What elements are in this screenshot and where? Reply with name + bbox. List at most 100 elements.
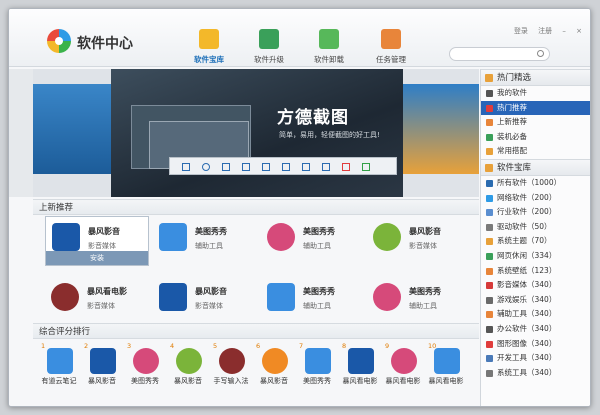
banner-prev-slide[interactable] bbox=[33, 84, 113, 174]
check-icon bbox=[362, 163, 370, 171]
minimize-button[interactable]: – bbox=[562, 27, 566, 35]
search-input[interactable] bbox=[449, 47, 550, 61]
sidebar-item-games[interactable]: 游戏娱乐（340） bbox=[481, 293, 590, 308]
close-button[interactable]: × bbox=[576, 27, 582, 35]
sidebar-item-utilities[interactable]: 辅助工具（340） bbox=[481, 307, 590, 322]
app-card[interactable]: 暴风影音 影音媒体 bbox=[153, 277, 257, 321]
app-name: 美图秀秀 bbox=[195, 227, 227, 236]
app-title: 软件中心 bbox=[77, 36, 133, 52]
app-name: 暴风影音 bbox=[195, 287, 227, 296]
app-card[interactable]: 美图秀秀 辅助工具 bbox=[367, 277, 471, 321]
sidebar-item-graphics[interactable]: 图形图像（340） bbox=[481, 337, 590, 352]
sidebar-item-office[interactable]: 办公软件（340） bbox=[481, 322, 590, 337]
rank-number: 8 bbox=[342, 342, 347, 350]
sidebar-item-wallpapers[interactable]: 系统壁纸（123） bbox=[481, 264, 590, 279]
sidebar-item-dev-tools[interactable]: 开发工具（340） bbox=[481, 351, 590, 366]
rank-number: 1 bbox=[41, 342, 46, 350]
rank-item[interactable]: 3 美图秀秀 bbox=[125, 342, 165, 392]
app-category: 辅助工具 bbox=[409, 302, 437, 310]
app-card[interactable]: 暴风影音 影音媒体 安装 bbox=[45, 216, 149, 266]
banner-main-slide[interactable]: 方德截图 简单，易用，轻便截图的好工具! bbox=[111, 69, 403, 197]
pink-flower-icon bbox=[133, 348, 159, 374]
rank-number: 6 bbox=[256, 342, 261, 350]
sidebar-item-common-combos[interactable]: 常用搭配 bbox=[481, 144, 590, 159]
banner-carousel[interactable]: 方德截图 简单，易用，轻便截图的好工具! bbox=[33, 69, 479, 197]
sidebar-library-title: 软件宝库 bbox=[481, 158, 590, 176]
app-category: 影音媒体 bbox=[409, 242, 437, 250]
rank-number: 7 bbox=[299, 342, 304, 350]
rank-section-header bbox=[33, 323, 479, 339]
green-ball-icon bbox=[176, 348, 202, 374]
new-section-title: 上新推荐 bbox=[39, 203, 74, 213]
nav-software-library[interactable]: 软件宝库 bbox=[179, 29, 239, 65]
sidebar-item-my-software[interactable]: 我的软件 bbox=[481, 86, 590, 101]
rank-item[interactable]: 2 暴风影音 bbox=[82, 342, 122, 392]
app-card[interactable]: 美图秀秀 辅助工具 bbox=[261, 277, 365, 321]
banner-next-slide[interactable] bbox=[399, 84, 479, 174]
pen-icon bbox=[434, 348, 460, 374]
rank-number: 3 bbox=[127, 342, 132, 350]
rank-item[interactable]: 4 暴风影音 bbox=[168, 342, 208, 392]
rank-number: 4 bbox=[170, 342, 175, 350]
note-icon bbox=[47, 348, 73, 374]
sidebar-item-themes[interactable]: 系统主题（70） bbox=[481, 234, 590, 249]
app-category: 辅助工具 bbox=[303, 242, 331, 250]
install-button[interactable]: 安装 bbox=[46, 251, 148, 265]
pink-flower-icon bbox=[373, 283, 401, 311]
sidebar-item-network[interactable]: 网络软件（200） bbox=[481, 191, 590, 206]
search-icon[interactable] bbox=[537, 50, 544, 57]
sidebar-item-system-tools[interactable]: 系统工具（340） bbox=[481, 366, 590, 381]
pink-flower-icon bbox=[391, 348, 417, 374]
app-name: 美图秀秀 bbox=[303, 227, 335, 236]
pen-icon bbox=[159, 223, 187, 251]
treasure-box-icon bbox=[199, 29, 219, 49]
rank-number: 2 bbox=[84, 342, 89, 350]
rank-item[interactable]: 10 暴风看电影 bbox=[426, 342, 466, 392]
sidebar-item-essentials[interactable]: 装机必备 bbox=[481, 130, 590, 145]
rank-item[interactable]: 7 美图秀秀 bbox=[297, 342, 337, 392]
rank-item[interactable]: 8 暴风看电影 bbox=[340, 342, 380, 392]
sidebar-item-web-casual[interactable]: 网页休闲（334） bbox=[481, 249, 590, 264]
app-name: 暴风看电影 bbox=[87, 287, 127, 296]
app-card[interactable]: 暴风看电影 影音媒体 bbox=[45, 277, 149, 321]
undo-icon bbox=[282, 163, 290, 171]
app-card[interactable]: 暴风影音 影音媒体 bbox=[367, 217, 471, 261]
grid-app-icon bbox=[159, 283, 187, 311]
save-icon bbox=[302, 163, 310, 171]
header: 软件中心 软件宝库 软件升级 软件卸载 任务管理 登录 注册 – × bbox=[9, 9, 590, 67]
sidebar-item-media[interactable]: 影音媒体（340） bbox=[481, 278, 590, 293]
login-link[interactable]: 登录 bbox=[514, 27, 528, 35]
sidebar-item-new-recommend[interactable]: 上新推荐 bbox=[481, 115, 590, 130]
rank-item[interactable]: 1 有道云笔记 bbox=[39, 342, 79, 392]
rank-number: 9 bbox=[385, 342, 390, 350]
rank-item[interactable]: 5 手写输入法 bbox=[211, 342, 251, 392]
banner-title: 方德截图 bbox=[277, 108, 349, 128]
text-icon bbox=[262, 163, 270, 171]
grid-app-icon bbox=[52, 223, 80, 251]
app-card[interactable]: 美图秀秀 辅助工具 bbox=[153, 217, 257, 261]
register-link[interactable]: 注册 bbox=[538, 27, 552, 35]
rank-item[interactable]: 9 暴风看电影 bbox=[383, 342, 423, 392]
sidebar-item-industry[interactable]: 行业软件（200） bbox=[481, 205, 590, 220]
nav-software-uninstall[interactable]: 软件卸载 bbox=[299, 29, 359, 65]
nav-label: 软件卸载 bbox=[314, 55, 344, 64]
sidebar: 热门精选 我的软件 热门推荐 上新推荐 装机必备 常用搭配 软件宝库 所有软件（… bbox=[480, 69, 590, 406]
clipboard-icon bbox=[381, 29, 401, 49]
nav-software-upgrade[interactable]: 软件升级 bbox=[239, 29, 299, 65]
app-category: 辅助工具 bbox=[195, 242, 223, 250]
app-card[interactable]: 美图秀秀 辅助工具 bbox=[261, 217, 365, 261]
rank-section-title: 综合评分排行 bbox=[39, 327, 91, 337]
sidebar-item-hot-recommend[interactable]: 热门推荐 bbox=[481, 100, 590, 116]
nav-task-manager[interactable]: 任务管理 bbox=[361, 29, 421, 65]
sidebar-item-drivers[interactable]: 驱动软件（50） bbox=[481, 220, 590, 235]
pink-flower-icon bbox=[267, 223, 295, 251]
sidebar-item-all[interactable]: 所有软件（1000） bbox=[481, 176, 590, 191]
app-window: 软件中心 软件宝库 软件升级 软件卸载 任务管理 登录 注册 – × 方德截图 … bbox=[8, 8, 591, 407]
banner-subtitle: 简单，易用，轻便截图的好工具! bbox=[279, 131, 380, 139]
rank-app-name: 暴风看电影 bbox=[428, 377, 464, 385]
share-icon bbox=[322, 163, 330, 171]
app-name: 暴风影音 bbox=[88, 227, 120, 236]
nav-label: 软件宝库 bbox=[194, 55, 224, 64]
rank-item[interactable]: 6 暴风影音 bbox=[254, 342, 294, 392]
grid-app-icon bbox=[348, 348, 374, 374]
